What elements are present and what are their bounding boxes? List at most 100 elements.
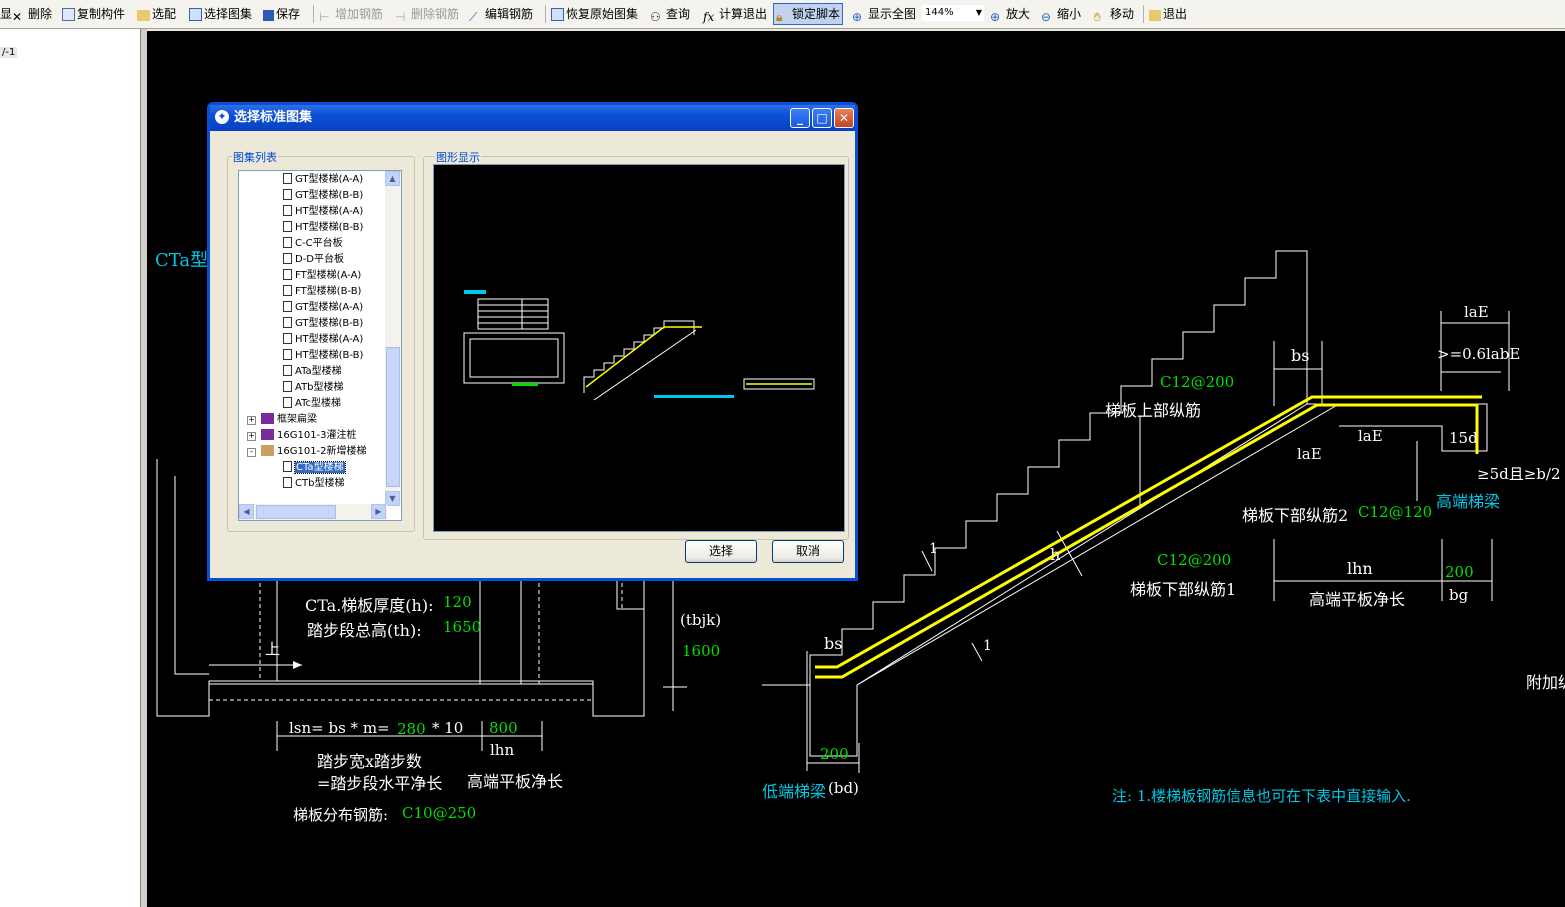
tree-item-label: ATb型楼梯 [295,382,344,393]
tree-item[interactable]: CTa型楼梯 [283,460,346,476]
copy-icon [62,8,75,21]
tree-item-label: HT型楼梯(A-A) [295,334,364,345]
scroll-down-button[interactable]: ▼ [385,491,400,506]
tree-item-label: GT型楼梯(B-B) [295,318,364,329]
tree-item[interactable]: GT型楼梯(A-A) [283,172,363,188]
lhn-label: lhn [490,741,515,759]
zoom-in-icon: ⊕ [990,10,1001,24]
lower-rebar1-label: 梯板下部纵筋1 [1130,580,1237,599]
bg-value[interactable]: 200 [1445,563,1474,581]
tree-item[interactable]: FT型楼梯(B-B) [283,284,361,300]
upper-rebar-value[interactable]: C12@200 [1160,373,1234,391]
lower-rebar2-value[interactable]: C12@120 [1358,503,1432,521]
tree-item[interactable]: C-C平台板 [283,236,343,252]
component-list-panel: /-1 [0,29,141,907]
atlas-list-label: 图集列表 [232,149,278,165]
tree-item[interactable]: HT型楼梯(B-B) [283,220,363,236]
document-icon [283,381,292,392]
tree-scroll-thumb[interactable] [386,347,400,487]
document-icon [283,205,292,216]
select-button[interactable]: 选择 [685,540,757,563]
high-platform-length-label: 高端平板净长 [467,772,564,791]
tree-item[interactable]: ATa型楼梯 [283,364,342,380]
15d-label: 15d [1449,429,1478,447]
tree-item[interactable]: GT型楼梯(B-B) [283,316,363,332]
expand-icon[interactable]: + [247,416,256,425]
scroll-up-button[interactable]: ▲ [385,171,400,186]
distribution-rebar-value[interactable]: C10@250 [402,804,476,822]
lhn-value[interactable]: 800 [489,719,518,737]
zoom-select[interactable]: 144% ▼ [922,5,984,21]
maximize-button[interactable]: □ [812,108,832,128]
tree-horizontal-scrollbar[interactable]: ◀ ▶ [239,504,387,520]
edit-rebar-button[interactable]: ⟋ 编辑钢筋 [469,4,533,24]
slab-thickness-value[interactable]: 120 [443,593,472,611]
lsn-bs-value[interactable]: 280 [397,720,426,738]
document-icon [283,333,292,344]
lower-rebar1-value[interactable]: C12@200 [1157,551,1231,569]
toolbar-separator [545,5,546,23]
exit-button[interactable]: 退出 [1149,4,1187,24]
atlas-tree[interactable]: GT型楼梯(A-A) GT型楼梯(B-B) HT型楼梯(A-A) HT型楼梯(B-B)… [238,170,402,521]
move-button[interactable]: ✋︎ 移动 [1094,4,1134,24]
lock-script-button[interactable]: 🔒︎ 锁定脚本 [773,3,844,25]
tree-item[interactable]: GT型楼梯(B-B) [283,188,363,204]
scroll-right-button[interactable]: ▶ [371,504,386,519]
copy-component-button[interactable]: 复制构件 [62,4,125,24]
tree-item[interactable]: CTb型楼梯 [283,476,344,492]
tbjk-value[interactable]: 1600 [682,642,720,660]
tree-item[interactable]: GT型楼梯(A-A) [283,300,363,316]
select-atlas-button[interactable]: 选择图集 [189,4,252,24]
calc-exit-button[interactable]: fx 计算退出 [703,4,767,24]
tree-item[interactable]: ATc型楼梯 [283,396,341,412]
tree-item[interactable]: - 16G101-2新增楼梯 [247,444,367,460]
add-rebar-button[interactable]: ⊢ 增加钢筋 [319,4,383,24]
restore-original-button[interactable]: 恢复原始图集 [551,4,638,24]
tree-item-label: ATa型楼梯 [295,366,342,377]
preview-label: 图形显示 [435,149,481,165]
partial-left-button[interactable]: 显 [0,4,12,24]
tree-hscroll-thumb[interactable] [256,505,336,519]
lsn-m-value[interactable]: * 10 [432,719,463,737]
tree-item[interactable]: FT型楼梯(A-A) [283,268,361,284]
zoom-out-button[interactable]: ⊖ 缩小 [1041,4,1081,24]
tree-item-label: 16G101-3灌注桩 [277,430,357,441]
tree-item[interactable]: ATb型楼梯 [283,380,344,396]
zoom-in-button[interactable]: ⊕ 放大 [990,4,1030,24]
delete-rebar-button[interactable]: ⊣ 删除钢筋 [395,4,459,24]
show-all-button[interactable]: ⊕ 显示全图 [852,4,916,24]
tree-item[interactable]: D-D平台板 [283,252,344,268]
step-desc-2: =踏步段水平净长 [317,774,443,793]
save-button[interactable]: 保存 [263,4,300,24]
tree-item-label: GT型楼梯(B-B) [295,190,364,201]
dialog-title: 选择标准图集 [234,110,313,125]
collapse-icon[interactable]: - [247,448,256,457]
tree-vertical-scrollbar[interactable]: ▲ ▼ [385,171,401,506]
delete-button[interactable]: ✕ 删除 [12,4,52,24]
tree-item[interactable]: +16G101-3灌注桩 [247,428,357,444]
close-button[interactable]: ✕ [834,108,854,128]
scroll-left-button[interactable]: ◀ [239,504,254,519]
tree-item-label: 框架扁梁 [277,414,317,425]
minimize-button[interactable]: _ [790,108,810,128]
5d-label: ≥5d且≥b/2 [1477,465,1561,483]
tree-item[interactable]: HT型楼梯(B-B) [283,348,363,364]
select-fit-button[interactable]: 选配 [137,4,176,24]
tree-item[interactable]: HT型楼梯(A-A) [283,204,363,220]
tree-item[interactable]: HT型楼梯(A-A) [283,332,363,348]
dialog-title-bar[interactable]: ✦ 选择标准图集 _ □ ✕ [210,105,855,131]
edit-rebar-icon: ⟋ [469,10,478,24]
query-button[interactable]: ⚇ 查询 [650,4,690,24]
tree-item-label: D-D平台板 [295,254,345,265]
tree-item[interactable]: + 框架扁梁 [247,412,317,428]
expand-icon[interactable]: + [247,432,256,441]
tree-item-label: CTb型楼梯 [295,478,345,489]
document-icon [283,301,292,312]
low-beam-width-value[interactable]: 200 [820,745,849,763]
lae-top-label: laE [1464,303,1489,321]
step-height-value[interactable]: 1650 [443,618,481,636]
cancel-button[interactable]: 取消 [772,540,844,563]
tbjk-label: (tbjk) [680,611,722,629]
component-list-item[interactable]: /-1 [0,47,18,58]
slope-marker-2: 1 [983,638,992,654]
